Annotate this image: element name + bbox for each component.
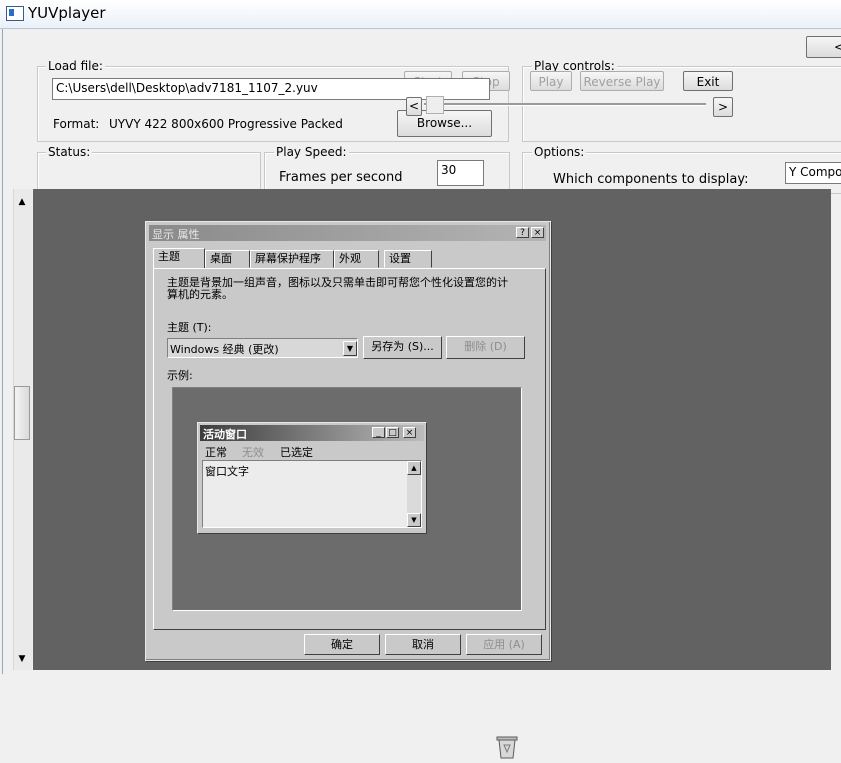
app-icon xyxy=(6,6,24,21)
status-label: Status: xyxy=(46,145,93,159)
close-icon: × xyxy=(403,427,416,438)
top-right-button[interactable]: <- xyxy=(806,36,841,58)
scroll-thumb[interactable] xyxy=(14,386,30,440)
minimize-icon: _ xyxy=(372,427,385,438)
frame-description: 主题是背景加一组声音，图标以及只需单击即可帮您个性化设置您的计算机的元素。 xyxy=(167,276,508,301)
format-label: Format: xyxy=(53,117,100,131)
frame-theme-label: 主题 (T): xyxy=(167,321,212,334)
frame-tab-screensaver: 屏幕保护程序 xyxy=(250,250,334,268)
frame-dialog-title: 显示 属性 xyxy=(152,228,200,241)
frame-tab-settings: 设置 xyxy=(384,250,432,268)
play-button[interactable]: Play xyxy=(530,71,572,91)
prev-frame-button[interactable]: < xyxy=(406,97,422,116)
maximize-icon: □ xyxy=(386,427,399,438)
frame-inner-textarea: 窗口文字 ▲ ▼ xyxy=(202,460,422,528)
frame-inner-window: 活动窗口 _ □ × 正常 无效 已选定 窗口文字 ▲ ▼ xyxy=(197,422,427,534)
frame-delete-button: 删除 (D) xyxy=(446,336,525,359)
chevron-down-icon: ▼ xyxy=(343,341,357,356)
frame-tab-desktop: 桌面 xyxy=(205,250,250,268)
reverse-play-button[interactable]: Reverse Play xyxy=(580,71,664,91)
play-speed-label: Play Speed: xyxy=(274,145,349,159)
frame-slider-track[interactable] xyxy=(424,103,706,106)
options-label: Options: xyxy=(532,145,587,159)
frame-tab-appearance: 外观 xyxy=(334,250,379,268)
frame-inner-menu-selected: 已选定 xyxy=(280,446,313,459)
next-frame-button[interactable]: > xyxy=(713,97,733,117)
window-title: YUVplayer xyxy=(28,4,106,22)
frame-theme-select: Windows 经典 (更改) xyxy=(167,338,358,358)
exit-button[interactable]: Exit xyxy=(683,71,733,91)
frame-sample-label: 示例: xyxy=(167,369,193,382)
frame-inner-menu-disabled: 无效 xyxy=(242,446,264,459)
scroll-up-icon: ▲ xyxy=(407,461,421,475)
format-value: UYVY 422 800x600 Progressive Packed xyxy=(109,117,343,131)
scroll-down-icon: ▼ xyxy=(407,513,421,527)
fps-label: Frames per second xyxy=(279,170,403,185)
frame-inner-text: 窗口文字 xyxy=(205,465,249,478)
frame-inner-titlebar: 活动窗口 _ □ × xyxy=(200,425,424,441)
scroll-up-arrow[interactable]: ▲ xyxy=(14,195,30,209)
load-file-label: Load file: xyxy=(46,59,105,73)
frame-dialog-titlebar: 显示 属性 ? × xyxy=(149,225,546,241)
fps-input[interactable]: 30 xyxy=(437,160,484,186)
frame-inner-scrollbar: ▲ ▼ xyxy=(407,461,421,527)
frame-cancel-button: 取消 xyxy=(385,634,461,655)
scroll-down-arrow[interactable]: ▼ xyxy=(14,652,30,666)
frame-save-as-button: 另存为 (S)... xyxy=(363,336,442,359)
frame-ok-button: 确定 xyxy=(304,634,380,655)
recycle-bin-icon xyxy=(495,734,519,760)
frame-inner-menu-normal: 正常 xyxy=(205,446,227,459)
title-bar: YUVplayer xyxy=(0,0,841,29)
components-label: Which components to display: xyxy=(553,172,749,187)
file-path-input[interactable]: C:\Users\dell\Desktop\adv7181_1107_2.yuv xyxy=(52,78,490,100)
help-icon: ? xyxy=(516,227,529,238)
components-select[interactable]: Y Compo xyxy=(785,162,841,184)
frame-apply-button: 应用 (A) xyxy=(466,634,542,655)
frame-slider-thumb[interactable] xyxy=(426,96,444,114)
frame-inner-title: 活动窗口 xyxy=(203,428,247,441)
frame-dialog: 显示 属性 ? × 主题 桌面 屏幕保护程序 外观 设置 主题是背景加一组声音，… xyxy=(145,221,551,759)
frame-preview-area: 活动窗口 _ □ × 正常 无效 已选定 窗口文字 ▲ ▼ xyxy=(172,387,522,759)
frame-tab-theme: 主题 xyxy=(153,248,205,269)
frame-tab-panel: 主题是背景加一组声音，图标以及只需单击即可帮您个性化设置您的计算机的元素。 主题… xyxy=(153,268,546,759)
close-icon: × xyxy=(531,227,544,238)
